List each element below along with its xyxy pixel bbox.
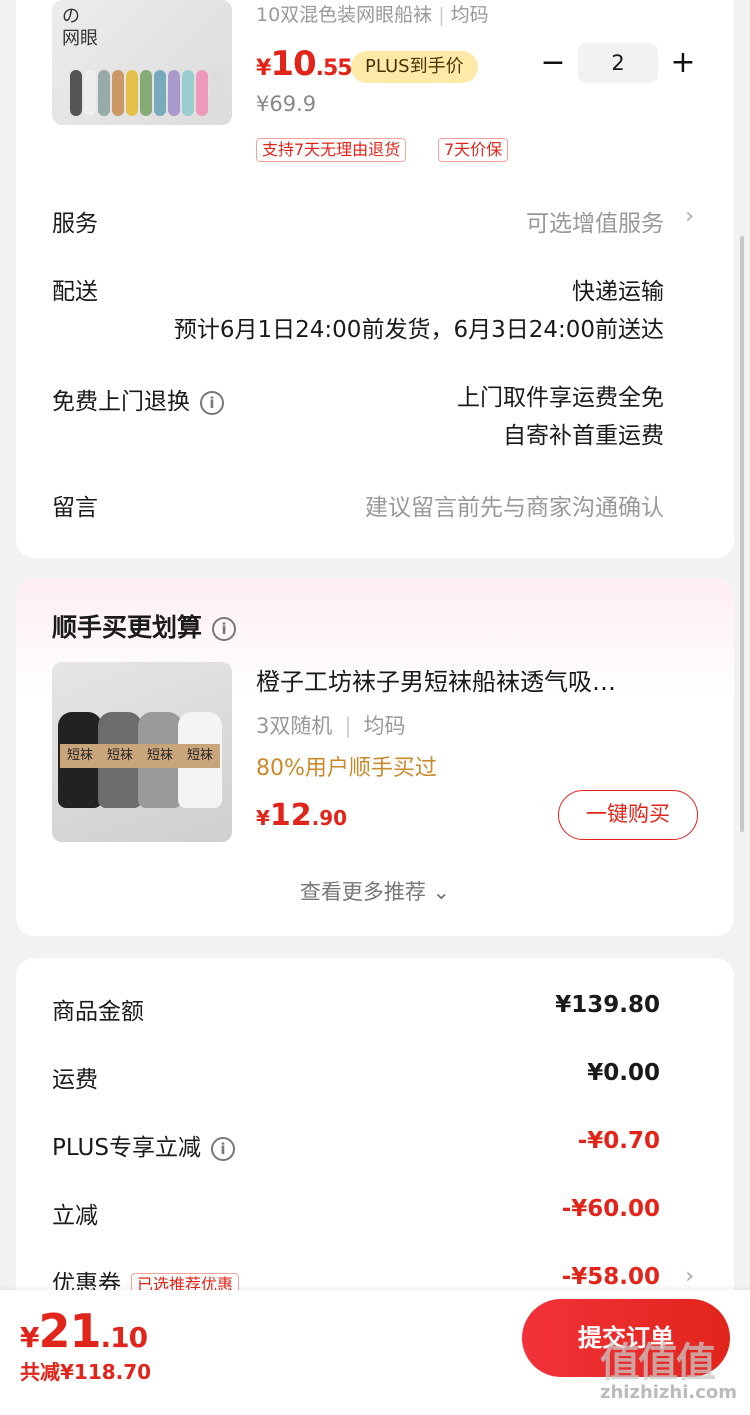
product-spec: 10双混色装网眼船袜 | 均码 xyxy=(256,4,489,26)
watermark-url: zhizhizhi.com xyxy=(600,1382,738,1403)
coupon-value[interactable]: -¥58.00 xyxy=(562,1264,660,1290)
plus-price-badge: PLUS到手价 xyxy=(351,51,478,83)
free-return-line2: 自寄补首重运费 xyxy=(503,423,664,449)
scrollbar[interactable] xyxy=(740,236,744,832)
message-label: 留言 xyxy=(52,495,98,521)
info-icon[interactable]: i xyxy=(200,390,224,415)
recommend-product-title[interactable]: 橙子工坊袜子男短袜船袜透气吸… xyxy=(256,662,696,697)
more-recommend-link[interactable]: 查看更多推荐 ⌄ xyxy=(16,876,734,906)
service-label: 服务 xyxy=(52,211,98,237)
order-info-card: の网眼 10双混色装网眼船袜 | 均码 ¥10.55 PLUS到手价 ¥69.9 支… xyxy=(16,0,734,558)
recommend-product-image[interactable]: 短袜 短袜 短袜 短袜 xyxy=(52,662,232,842)
delivery-eta: 预计6月1日24:00前发货，6月3日24:00前送达 xyxy=(173,317,664,343)
recommend-title: 顺手买更划算 i xyxy=(52,608,237,644)
product-image-tag: の网眼 xyxy=(62,6,98,49)
service-value[interactable]: 可选增值服务 xyxy=(526,204,664,238)
product-image[interactable]: の网眼 xyxy=(52,0,232,125)
chevron-right-icon[interactable]: › xyxy=(685,1264,694,1289)
recommend-product-spec: 3双随机 | 均码 xyxy=(256,714,406,738)
total-price: ¥21.10 xyxy=(20,1304,148,1358)
total-saved: 共减¥118.70 xyxy=(20,1360,152,1384)
chevron-right-icon[interactable]: › xyxy=(685,204,694,229)
price-protect-tag: 7天价保 xyxy=(438,138,509,162)
message-input[interactable]: 建议留言前先与商家沟通确认 xyxy=(365,488,664,522)
original-price: ¥69.9 xyxy=(256,92,317,116)
instant-discount-value: -¥60.00 xyxy=(561,1196,660,1222)
goods-amount-value: ¥139.80 xyxy=(555,992,660,1018)
one-click-buy-button[interactable]: 一键购买 xyxy=(558,790,698,840)
plus-discount-value: -¥0.70 xyxy=(577,1128,660,1154)
info-icon[interactable]: i xyxy=(212,617,237,641)
shipping-label: 运费 xyxy=(52,1067,98,1093)
shipping-value: ¥0.00 xyxy=(587,1060,660,1086)
checkout-bar: ¥21.10 共减¥118.70 提交订单 值值值 zhizhizhi.com xyxy=(0,1290,750,1415)
quantity-input[interactable]: 2 xyxy=(578,43,658,83)
recommend-bought-percent: 80%用户顺手买过 xyxy=(256,756,437,781)
delivery-method[interactable]: 快递运输 xyxy=(572,272,664,306)
instant-discount-label: 立减 xyxy=(52,1203,98,1229)
watermark-logo: 值值值 xyxy=(600,1340,716,1386)
recommend-card: 顺手买更划算 i 短袜 短袜 短袜 短袜 橙子工坊袜子男短袜船袜透气吸… 3双随机… xyxy=(16,578,734,936)
quantity-plus-button[interactable]: + xyxy=(670,48,696,78)
info-icon[interactable]: i xyxy=(210,1136,235,1161)
delivery-label: 配送 xyxy=(52,279,98,305)
return-policy-tag: 支持7天无理由退货 xyxy=(256,138,407,162)
product-price: ¥10.55 xyxy=(256,44,353,84)
free-return-label: 免费上门退换 i xyxy=(52,382,224,416)
quantity-minus-button[interactable]: − xyxy=(540,48,566,78)
plus-discount-label: PLUS专享立减 i xyxy=(52,1128,235,1162)
free-return-line1: 上门取件享运费全免 xyxy=(457,385,664,411)
goods-amount-label: 商品金额 xyxy=(52,999,144,1025)
recommend-price: ¥12.90 xyxy=(256,798,348,833)
